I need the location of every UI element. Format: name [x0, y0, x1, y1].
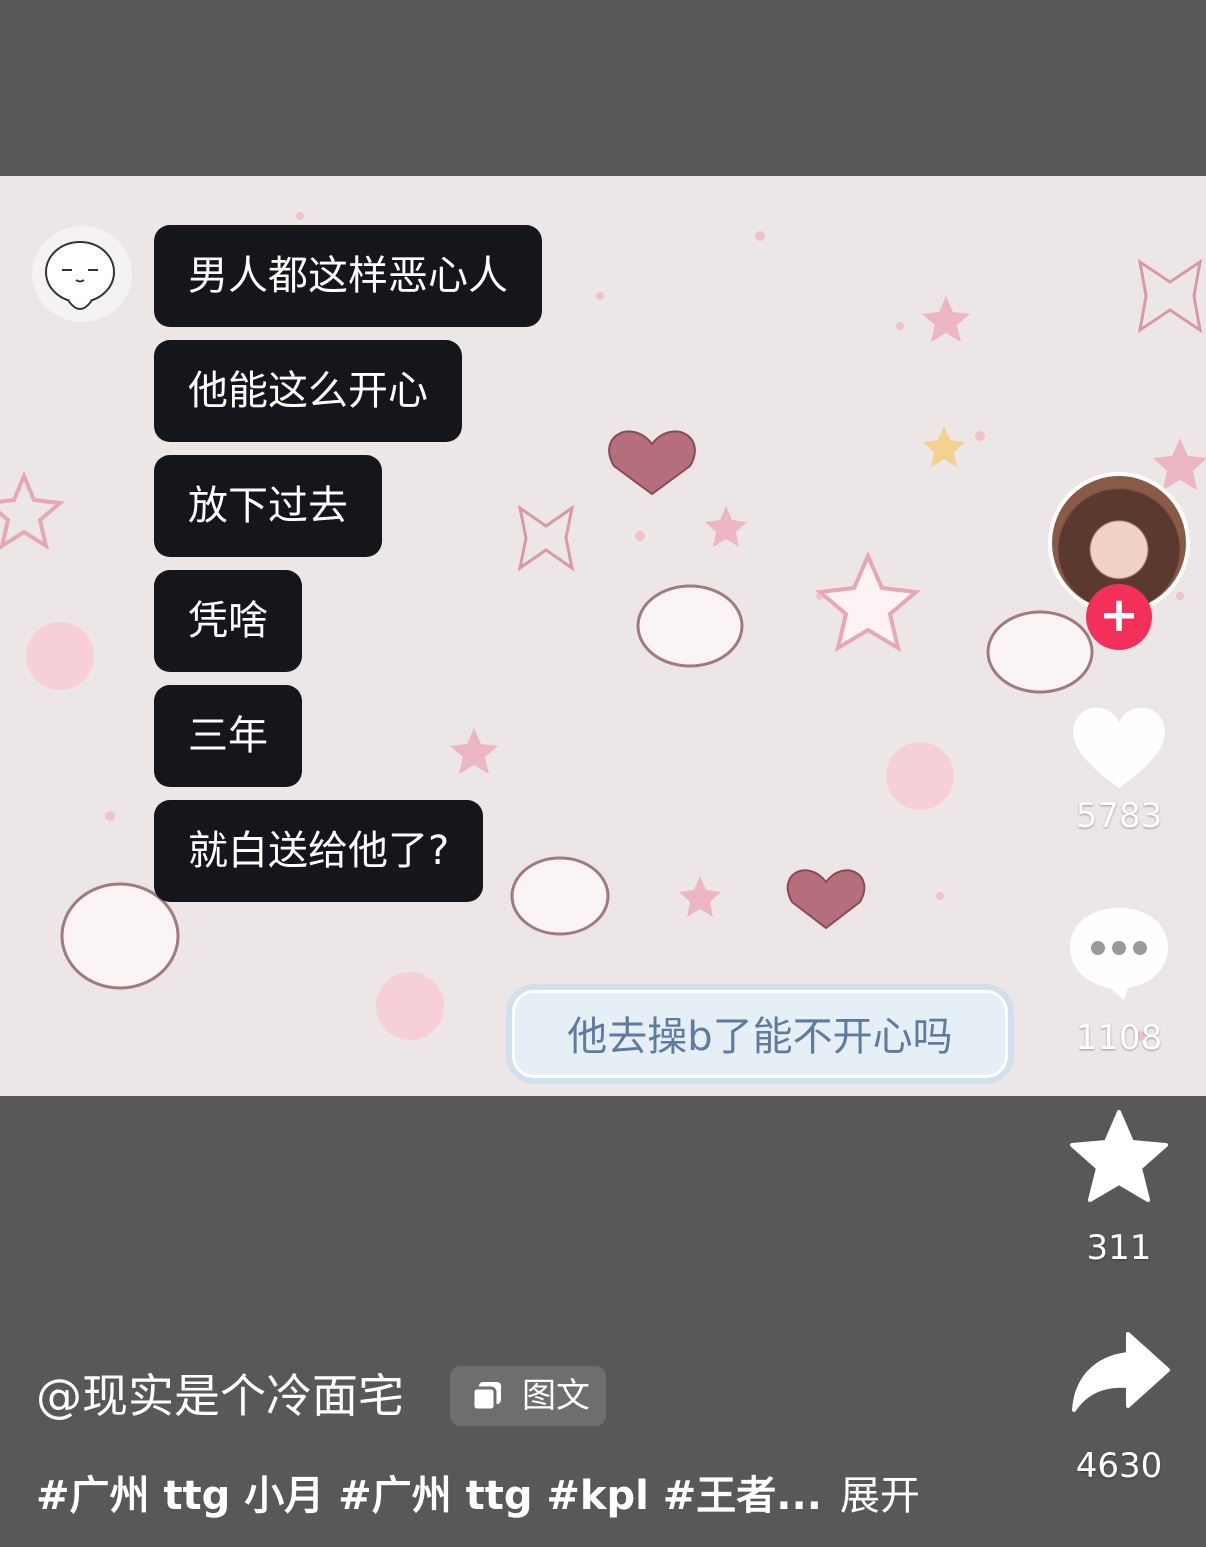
chat-message: 就白送给他了? — [154, 800, 484, 902]
chat-message: 三年 — [154, 685, 302, 787]
post-type-label: 图文 — [522, 1376, 590, 1416]
share-arrow-icon — [1072, 1332, 1170, 1412]
hashtags[interactable]: #广州 ttg 小月 #广州 ttg #kpl #王者... — [36, 1473, 822, 1519]
comment-count: 1108 — [1075, 1018, 1163, 1058]
like-button[interactable]: 5783 — [1064, 700, 1174, 836]
comment-button[interactable]: 1108 — [1064, 906, 1174, 1058]
sender-avatar — [32, 226, 132, 322]
favorite-button[interactable]: 311 — [1064, 1110, 1174, 1268]
reply-message: 他去操b了能不开心吗 — [512, 990, 1008, 1078]
star-icon — [1070, 1110, 1168, 1202]
comment-bubble-icon — [1070, 908, 1168, 1000]
like-count: 5783 — [1075, 796, 1163, 836]
chat-message: 凭啥 — [154, 570, 302, 672]
chat-message: 放下过去 — [154, 455, 382, 557]
post-description[interactable]: #广州 ttg 小月 #广州 ttg #kpl #王者... 展开 — [36, 1466, 920, 1526]
follow-button[interactable]: + — [1086, 584, 1152, 650]
chat-message: 男人都这样恶心人 — [154, 225, 542, 327]
share-count: 4630 — [1075, 1446, 1163, 1486]
favorite-count: 311 — [1086, 1228, 1152, 1268]
heart-icon — [1073, 707, 1165, 788]
post-type-tag[interactable]: 图文 — [450, 1366, 606, 1426]
image-post-icon — [471, 1382, 501, 1412]
chat-message: 他能这么开心 — [154, 340, 462, 442]
expand-link[interactable]: 展开 — [840, 1473, 920, 1519]
author-name[interactable]: @现实是个冷面宅 — [36, 1364, 404, 1428]
share-button[interactable]: 4630 — [1064, 1330, 1174, 1486]
